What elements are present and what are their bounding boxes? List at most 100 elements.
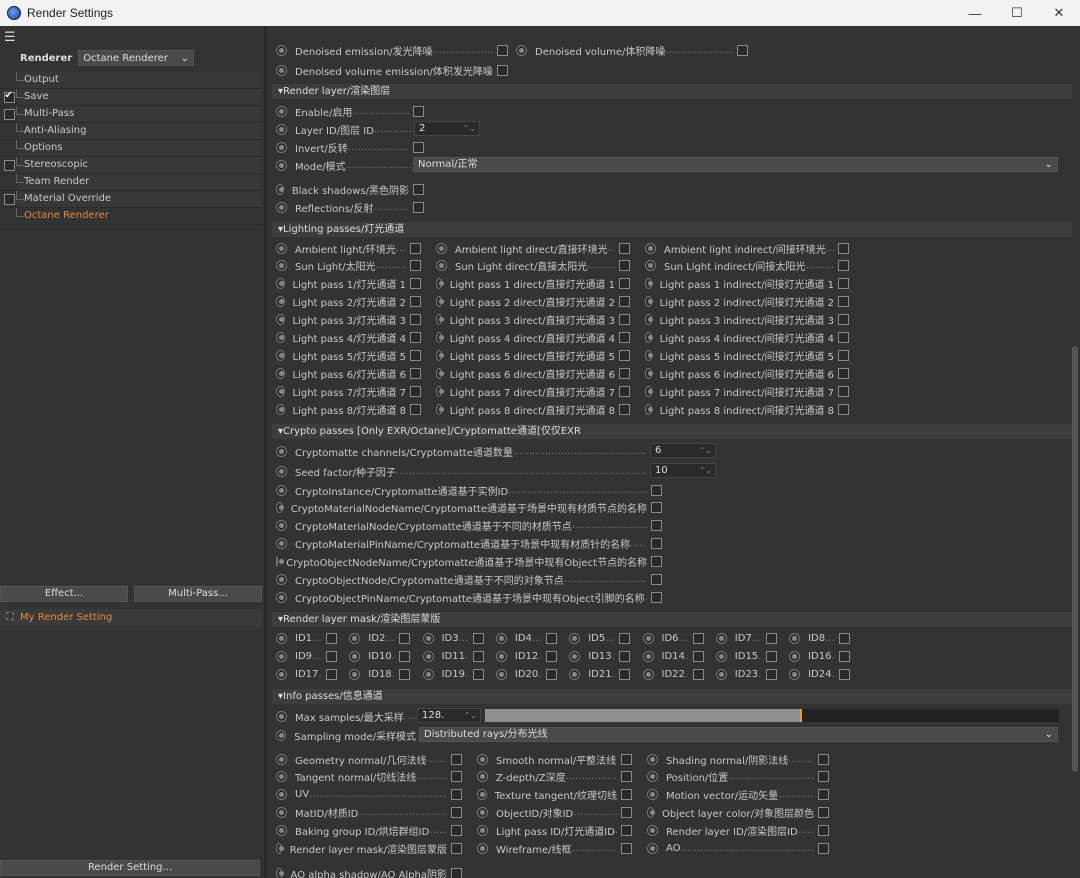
param-checkbox[interactable] [838,314,849,326]
param-checkbox[interactable] [619,332,630,343]
param-checkbox[interactable] [818,807,829,819]
animate-radio-icon[interactable] [642,650,654,662]
section-header[interactable]: ▾Crypto passes [Only EXR/Octane]/Cryptom… [272,424,1072,439]
param-checkbox[interactable] [451,789,462,801]
animate-radio-icon[interactable] [276,591,287,603]
animate-radio-icon[interactable] [276,650,287,662]
animate-radio-icon[interactable] [569,650,581,662]
animate-radio-icon[interactable] [422,632,434,644]
tree-item[interactable]: Output [0,72,262,89]
sampling-mode-dropdown[interactable]: Distributed rays/分布光线 ⌄ [419,727,1058,742]
param-checkbox[interactable] [818,753,829,765]
tree-item[interactable]: Options [0,140,262,157]
animate-radio-icon[interactable] [715,632,727,644]
slider-handle[interactable] [799,709,802,722]
animate-radio-icon[interactable] [715,668,727,680]
animate-radio-icon[interactable] [436,314,444,326]
animate-radio-icon[interactable] [436,260,447,272]
param-checkbox[interactable] [818,825,829,837]
animate-radio-icon[interactable] [276,668,287,680]
param-checkbox[interactable] [838,278,849,290]
render-setting-button[interactable]: Render Setting... [0,860,260,876]
animate-radio-icon[interactable] [647,771,658,783]
param-checkbox[interactable] [399,650,411,662]
multipass-button[interactable]: Multi-Pass... [134,586,262,602]
animate-radio-icon[interactable] [645,260,656,272]
animate-radio-icon[interactable] [349,668,361,680]
param-checkbox[interactable] [413,141,424,153]
param-checkbox[interactable] [399,668,411,680]
param-checkbox[interactable] [765,632,777,644]
param-checkbox[interactable] [451,825,462,837]
param-checkbox[interactable] [410,367,421,379]
animate-radio-icon[interactable] [276,632,287,644]
param-checkbox[interactable] [326,650,337,662]
animate-radio-icon[interactable] [715,650,727,662]
param-checkbox[interactable] [651,574,662,585]
param-checkbox[interactable] [765,668,777,680]
effect-button[interactable]: Effect... [0,586,128,602]
param-checkbox[interactable] [838,260,849,272]
param-checkbox[interactable] [619,385,630,397]
tree-item[interactable]: Stereoscopic [0,157,262,174]
animate-radio-icon[interactable] [645,367,653,379]
tree-item[interactable]: Team Render [0,174,262,191]
param-checkbox[interactable] [326,668,337,680]
animate-radio-icon[interactable] [477,825,488,837]
animate-radio-icon[interactable] [642,632,654,644]
animate-radio-icon[interactable] [276,367,285,379]
animate-radio-icon[interactable] [276,484,287,496]
animate-radio-icon[interactable] [349,632,361,644]
param-checkbox[interactable] [838,385,849,397]
menu-icon[interactable]: ☰ [4,30,16,45]
scrollbar[interactable] [1072,346,1078,772]
animate-radio-icon[interactable] [276,105,287,117]
param-checkbox[interactable] [838,332,849,343]
param-checkbox[interactable] [451,753,462,765]
param-checkbox[interactable] [410,332,421,343]
maximize-button[interactable]: ☐ [996,5,1038,21]
param-checkbox[interactable] [818,843,829,854]
render-setting-item[interactable]: ⛶ My Render Setting [0,609,262,626]
param-checkbox[interactable] [497,44,508,56]
param-checkbox[interactable] [451,771,462,783]
param-checkbox[interactable] [472,668,484,680]
close-button[interactable]: ✕ [1038,5,1080,21]
param-checkbox[interactable] [737,44,748,56]
layer-id-field[interactable]: 2 ⌃⌄ [414,121,480,136]
param-checkbox[interactable] [838,242,849,254]
animate-radio-icon[interactable] [276,278,285,290]
renderer-dropdown[interactable]: Octane Renderer ⌄ [78,50,195,66]
animate-radio-icon[interactable] [789,632,801,644]
param-checkbox[interactable] [621,825,632,837]
param-checkbox[interactable] [619,650,631,662]
param-checkbox[interactable] [451,867,462,878]
animate-radio-icon[interactable] [642,668,654,680]
param-checkbox[interactable] [451,843,462,854]
animate-radio-icon[interactable] [645,242,656,254]
animate-radio-icon[interactable] [276,445,287,457]
animate-radio-icon[interactable] [789,668,801,680]
param-checkbox[interactable] [651,502,662,514]
animate-radio-icon[interactable] [276,753,287,765]
animate-radio-icon[interactable] [477,789,487,801]
animate-radio-icon[interactable] [276,771,287,783]
animate-radio-icon[interactable] [276,314,285,326]
animate-radio-icon[interactable] [422,668,434,680]
animate-radio-icon[interactable] [276,574,287,585]
seed-factor-field[interactable]: 10 ⌃⌄ [650,463,716,478]
crypto-channels-field[interactable]: 6 ⌃⌄ [650,443,716,458]
param-checkbox[interactable] [619,296,630,308]
tree-item[interactable]: Material Override [0,191,262,208]
animate-radio-icon[interactable] [436,385,444,397]
param-checkbox[interactable] [838,296,849,308]
tree-item[interactable]: Anti-Aliasing [0,123,262,140]
animate-radio-icon[interactable] [477,753,488,765]
param-checkbox[interactable] [818,789,829,801]
param-checkbox[interactable] [838,349,849,361]
animate-radio-icon[interactable] [276,538,287,550]
animate-radio-icon[interactable] [276,141,287,153]
param-checkbox[interactable] [410,385,421,397]
animate-radio-icon[interactable] [276,807,287,819]
param-checkbox[interactable] [413,105,424,117]
